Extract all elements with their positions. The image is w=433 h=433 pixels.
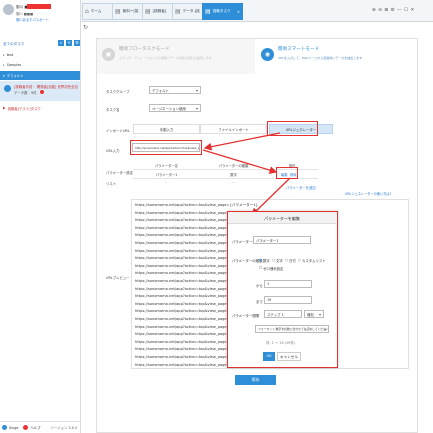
type-radio-text[interactable]: ○ 文字 bbox=[272, 258, 283, 263]
dialog-step-label: パラメーター間隔 bbox=[232, 314, 260, 318]
param-name-input[interactable]: パラメーター1 bbox=[253, 236, 311, 244]
edit-param-dialog: パラメーターを編集 パラメーター名 パラメーター1 パラメーターの種類 ◉ 数字 … bbox=[227, 211, 338, 368]
type-radio-custom[interactable]: ○ カスタムリスト bbox=[298, 258, 326, 263]
arrow-edit-to-dialog bbox=[251, 177, 291, 216]
count-note: 件: 1 ～ 19 (19件) bbox=[266, 341, 296, 345]
type-option-label: カスタムリスト bbox=[301, 259, 326, 263]
start-label: から bbox=[256, 284, 263, 288]
type-option-label: 日付 bbox=[288, 259, 296, 263]
radio-checked-icon: ◉ bbox=[259, 258, 262, 262]
radio-icon: ○ bbox=[285, 258, 288, 262]
zero-pad-label: ゼロ埋め設定 bbox=[263, 267, 284, 271]
save-button[interactable]: 保存 bbox=[235, 375, 276, 385]
ok-button[interactable]: OK bbox=[263, 352, 275, 361]
cancel-button[interactable]: キャンセル bbox=[277, 352, 301, 361]
step-unit-select[interactable]: 増加 bbox=[304, 310, 324, 318]
zero-pad-checkbox[interactable]: ☐ ゼロ埋め設定 bbox=[259, 266, 283, 271]
end-value-input[interactable]: 19 bbox=[264, 296, 312, 304]
start-value-input[interactable]: 1 bbox=[264, 280, 312, 288]
format-select[interactable]: フォーマット:数字を桁数に合わせて左詰めしてください bbox=[255, 325, 329, 333]
end-label: まで bbox=[256, 300, 263, 304]
arrow-url-to-edit bbox=[202, 149, 278, 174]
annotation-arrows bbox=[202, 132, 291, 216]
type-option-label: 数字 bbox=[262, 259, 270, 263]
arrow-generator-to-url bbox=[203, 132, 281, 151]
step-value-input[interactable]: ステップ 1 bbox=[264, 310, 302, 318]
radio-icon: ○ bbox=[272, 258, 275, 262]
radio-icon: ○ bbox=[298, 258, 301, 262]
dialog-title: パラメーターを編集 bbox=[264, 216, 300, 221]
type-option-label: 文字 bbox=[275, 259, 283, 263]
dialog-type-label: パラメーターの種類 bbox=[232, 259, 263, 263]
checkbox-icon: ☐ bbox=[259, 266, 263, 270]
type-radio-number[interactable]: ◉ 数字 bbox=[259, 258, 270, 263]
type-radio-date[interactable]: ○ 日付 bbox=[285, 258, 296, 263]
